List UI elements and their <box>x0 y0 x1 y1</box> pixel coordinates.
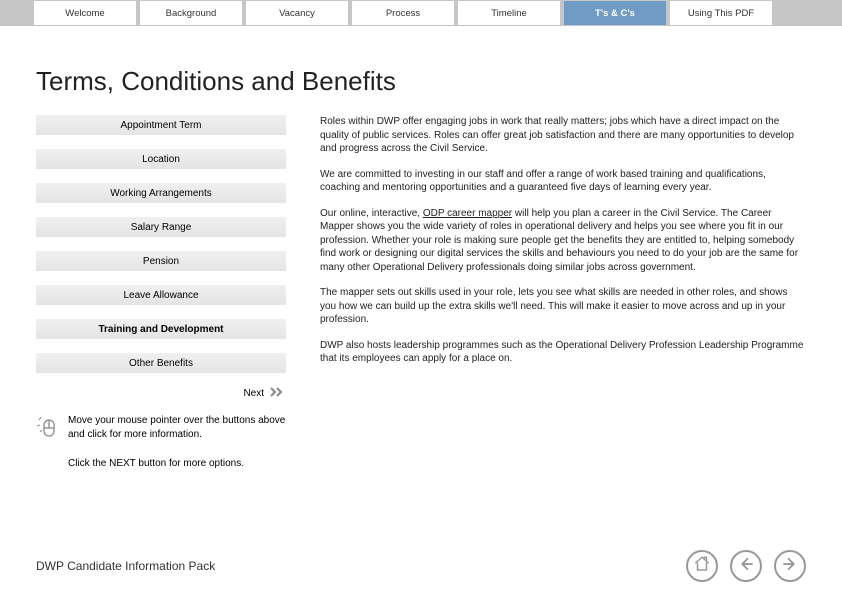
next-page-button[interactable] <box>774 550 806 582</box>
section-working-arrangements[interactable]: Working Arrangements <box>36 183 286 203</box>
next-label: Next <box>243 388 264 399</box>
home-button[interactable] <box>686 550 718 582</box>
tab-vacancy[interactable]: Vacancy <box>246 1 348 25</box>
prev-button[interactable] <box>730 550 762 582</box>
tab-background[interactable]: Background <box>140 1 242 25</box>
section-list: Appointment Term Location Working Arrang… <box>36 115 286 470</box>
mouse-click-icon <box>36 414 58 445</box>
paragraph-4: The mapper sets out skills used in your … <box>320 286 806 327</box>
tab-ts-and-cs[interactable]: T's & C's <box>564 1 666 25</box>
section-training-and-development[interactable]: Training and Development <box>36 319 286 339</box>
section-location[interactable]: Location <box>36 149 286 169</box>
footer-text: DWP Candidate Information Pack <box>36 559 215 573</box>
paragraph-1: Roles within DWP offer engaging jobs in … <box>320 115 806 156</box>
home-icon <box>693 555 711 578</box>
next-button[interactable]: Next <box>36 387 286 400</box>
arrow-right-icon <box>781 555 799 578</box>
tab-welcome[interactable]: Welcome <box>34 1 136 25</box>
hint-mouse: Move your mouse pointer over the buttons… <box>36 414 286 445</box>
paragraph-5: DWP also hosts leadership programmes suc… <box>320 339 806 366</box>
section-pension[interactable]: Pension <box>36 251 286 271</box>
arrow-left-icon <box>737 555 755 578</box>
section-salary-range[interactable]: Salary Range <box>36 217 286 237</box>
section-leave-allowance[interactable]: Leave Allowance <box>36 285 286 305</box>
body-text: Roles within DWP offer engaging jobs in … <box>320 115 806 470</box>
paragraph-2: We are committed to investing in our sta… <box>320 168 806 195</box>
paragraph-3: Our online, interactive, ODP career mapp… <box>320 207 806 275</box>
hint-text-1: Move your mouse pointer over the buttons… <box>68 414 286 445</box>
tab-using-this-pdf[interactable]: Using This PDF <box>670 1 772 25</box>
odp-career-mapper-link[interactable]: ODP career mapper <box>423 208 512 219</box>
section-other-benefits[interactable]: Other Benefits <box>36 353 286 373</box>
hint-text-2: Click the NEXT button for more options. <box>36 457 286 471</box>
chevrons-right-icon <box>270 387 286 400</box>
tab-bar: Welcome Background Vacancy Process Timel… <box>0 0 842 26</box>
section-appointment-term[interactable]: Appointment Term <box>36 115 286 135</box>
tab-process[interactable]: Process <box>352 1 454 25</box>
page-title: Terms, Conditions and Benefits <box>36 66 806 97</box>
tab-timeline[interactable]: Timeline <box>458 1 560 25</box>
